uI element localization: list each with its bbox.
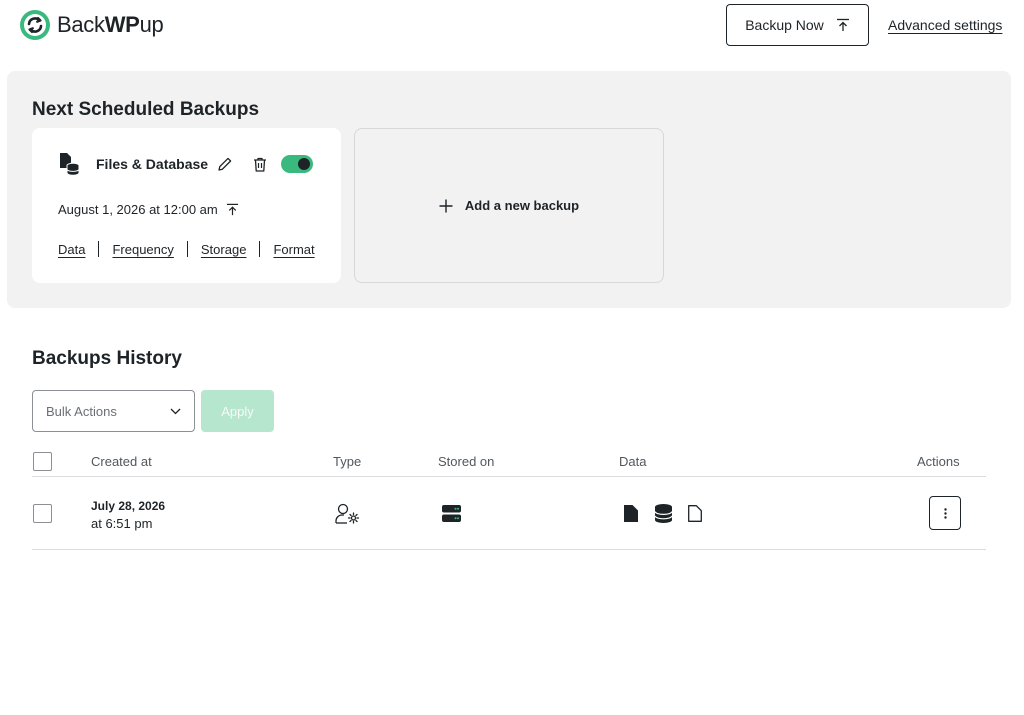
scheduled-backup-card: Files & Database August 1, 2026 at 12:00… [32, 128, 341, 283]
row-date: July 28, 2026 [91, 499, 166, 513]
frequency-link[interactable]: Frequency [112, 242, 173, 257]
logo-text: BackWPup [57, 12, 164, 38]
logo-mark-icon [20, 10, 50, 40]
scheduled-backups-title: Next Scheduled Backups [32, 99, 260, 120]
apply-button[interactable]: Apply [201, 390, 274, 432]
add-new-backup-button[interactable]: Add a new backup [354, 128, 664, 283]
row-checkbox[interactable] [33, 504, 52, 523]
server-icon [442, 505, 461, 522]
logo-text-up: up [139, 12, 164, 37]
advanced-settings-link[interactable]: Advanced settings [888, 17, 1002, 33]
file-outline-icon [688, 505, 702, 522]
bulk-actions-label: Bulk Actions [46, 403, 117, 419]
trash-icon[interactable] [253, 157, 267, 172]
bulk-actions-select[interactable]: Bulk Actions [32, 390, 195, 432]
column-created-at: Created at [91, 454, 152, 469]
add-new-backup-label: Add a new backup [464, 198, 580, 213]
column-type: Type [333, 454, 362, 469]
data-link[interactable]: Data [58, 242, 85, 257]
divider [98, 241, 100, 257]
upload-icon [836, 18, 849, 31]
format-link[interactable]: Format [273, 242, 314, 257]
row-time: at 6:51 pm [91, 516, 153, 531]
column-stored-on: Stored on [438, 454, 495, 469]
next-backup-date: August 1, 2026 at 12:00 am [58, 202, 239, 217]
upload-icon [226, 203, 238, 216]
edit-pencil-icon[interactable] [217, 156, 233, 172]
column-actions: Actions [917, 454, 960, 469]
table-header-divider [32, 476, 986, 477]
select-all-checkbox[interactable] [33, 452, 52, 471]
storage-link[interactable]: Storage [201, 242, 247, 257]
file-icon [624, 505, 638, 522]
card-title: Files & Database [96, 156, 209, 172]
card-header: Files & Database [58, 152, 314, 176]
backup-now-label: Backup Now [745, 17, 824, 33]
row-actions-button[interactable] [929, 496, 961, 530]
chevron-down-icon [170, 408, 181, 414]
logo-text-back: Back [57, 12, 105, 37]
plus-icon [439, 199, 453, 212]
kebab-menu-icon [943, 507, 947, 519]
database-icon [655, 504, 672, 523]
backup-now-button[interactable]: Backup Now [726, 4, 869, 46]
divider [186, 241, 188, 257]
card-links: Data Frequency Storage Format [58, 241, 315, 257]
row-created-at: July 28, 2026 at 6:51 pm [91, 497, 165, 533]
user-gear-icon [335, 503, 361, 525]
backup-enabled-toggle[interactable] [281, 155, 314, 173]
backwpup-logo: BackWPup [19, 9, 164, 41]
column-data: Data [619, 454, 647, 469]
files-database-icon [60, 153, 80, 176]
table-row-divider [32, 549, 986, 550]
backups-history-title: Backups History [32, 348, 182, 369]
toggle-knob [298, 158, 311, 170]
logo-text-wp: WP [104, 12, 140, 37]
next-backup-date-text: August 1, 2026 at 12:00 am [58, 202, 218, 217]
divider [259, 241, 261, 257]
